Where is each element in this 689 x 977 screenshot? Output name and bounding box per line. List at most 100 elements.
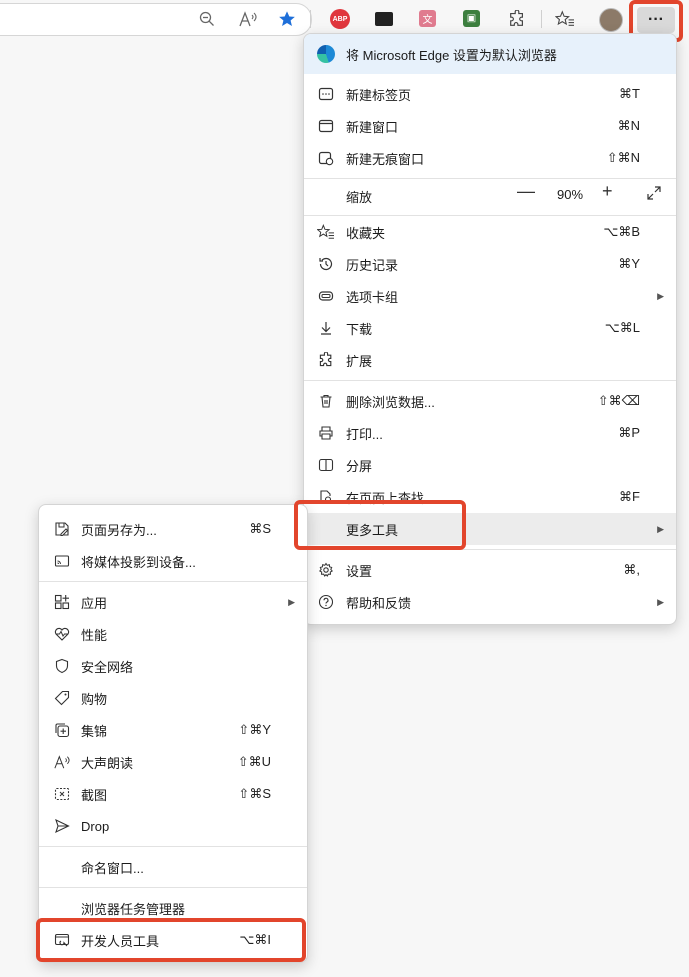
apps-icon bbox=[53, 593, 71, 611]
download-icon bbox=[317, 319, 335, 337]
chevron-right-icon: ▶ bbox=[288, 596, 295, 607]
new-window-icon bbox=[317, 117, 335, 135]
shopping-tag-icon bbox=[53, 689, 71, 707]
save-as-shortcut: ⌘S bbox=[249, 521, 271, 536]
menu-item-apps[interactable]: 应用 ▶ bbox=[39, 586, 307, 618]
menu-item-new-private-window[interactable]: 新建无痕窗口 ⇧⌘N bbox=[304, 142, 676, 174]
green-extension-icon[interactable]: ▣ bbox=[463, 10, 480, 27]
menu-item-find-on-page[interactable]: 在页面上查找 ⌘F bbox=[304, 481, 676, 513]
screenshot-label: 截图 bbox=[81, 787, 108, 803]
safety-label: 安全网络 bbox=[81, 659, 134, 675]
favorites-icon bbox=[317, 223, 335, 241]
trash-icon bbox=[317, 392, 335, 410]
tab-groups-icon bbox=[317, 287, 335, 305]
menu-item-task-manager[interactable]: 浏览器任务管理器 bbox=[39, 892, 307, 924]
menu-item-more-tools[interactable]: 更多工具 ▶ bbox=[304, 513, 676, 545]
menu-item-favorites[interactable]: 收藏夹 ⌥⌘B bbox=[304, 216, 676, 248]
read-aloud-icon bbox=[53, 753, 71, 771]
clear-data-label: 删除浏览数据... bbox=[346, 394, 435, 410]
menu-item-name-window[interactable]: 命名窗口... bbox=[39, 851, 307, 883]
address-bar[interactable] bbox=[0, 3, 312, 36]
menu-item-screenshot[interactable]: 截图 ⇧⌘S bbox=[39, 778, 307, 810]
menu-item-save-page-as[interactable]: 页面另存为... ⌘S bbox=[39, 513, 307, 545]
cast-label: 将媒体投影到设备... bbox=[81, 554, 196, 570]
performance-heart-icon bbox=[53, 625, 71, 643]
favorite-star-icon[interactable] bbox=[275, 7, 299, 31]
adblock-plus-icon[interactable]: ABP bbox=[330, 9, 350, 29]
more-dots-icon: ··· bbox=[648, 11, 664, 28]
extensions-puzzle-icon[interactable] bbox=[505, 7, 529, 31]
zoom-out-button[interactable]: — bbox=[517, 181, 535, 202]
menu-item-cast-media[interactable]: 将媒体投影到设备... bbox=[39, 545, 307, 577]
new-tab-icon bbox=[317, 85, 335, 103]
chevron-right-icon: ▶ bbox=[657, 523, 664, 534]
menu-item-split-screen[interactable]: 分屏 bbox=[304, 449, 676, 481]
read-aloud-label: 大声朗读 bbox=[81, 755, 134, 771]
history-shortcut: ⌘Y bbox=[618, 256, 640, 271]
find-on-page-icon bbox=[317, 488, 335, 506]
menu-item-collections[interactable]: 集锦 ⇧⌘Y bbox=[39, 714, 307, 746]
menu-item-new-window[interactable]: 新建窗口 ⌘N bbox=[304, 110, 676, 142]
menu-divider bbox=[39, 581, 307, 582]
read-aloud-icon[interactable] bbox=[236, 7, 260, 31]
settings-shortcut: ⌘, bbox=[623, 562, 640, 577]
extension-dark-icon[interactable] bbox=[375, 12, 393, 26]
new-private-label: 新建无痕窗口 bbox=[346, 151, 425, 167]
gear-icon bbox=[317, 561, 335, 579]
shield-icon bbox=[53, 657, 71, 675]
menu-item-downloads[interactable]: 下载 ⌥⌘L bbox=[304, 312, 676, 344]
set-default-browser-banner[interactable]: 将 Microsoft Edge 设置为默认浏览器 bbox=[304, 34, 676, 74]
help-icon bbox=[317, 593, 335, 611]
edge-logo-icon bbox=[317, 45, 335, 63]
zoom-out-icon[interactable] bbox=[195, 7, 219, 31]
menu-item-performance[interactable]: 性能 bbox=[39, 618, 307, 650]
menu-item-drop[interactable]: Drop bbox=[39, 810, 307, 842]
toolbar-divider bbox=[541, 10, 542, 28]
zoom-in-button[interactable]: + bbox=[602, 181, 613, 202]
menu-item-developer-tools[interactable]: 开发人员工具 ⌥⌘I bbox=[39, 924, 307, 956]
menu-item-tab-groups[interactable]: 选项卡组 ▶ bbox=[304, 280, 676, 312]
menu-divider bbox=[304, 380, 676, 381]
history-label: 历史记录 bbox=[346, 257, 399, 273]
favorites-list-icon[interactable] bbox=[553, 7, 577, 31]
apps-label: 应用 bbox=[81, 595, 108, 611]
tab-groups-label: 选项卡组 bbox=[346, 289, 399, 305]
toolbar-divider bbox=[310, 10, 311, 28]
menu-item-print[interactable]: 打印... ⌘P bbox=[304, 417, 676, 449]
collections-icon bbox=[53, 721, 71, 739]
print-shortcut: ⌘P bbox=[618, 425, 640, 440]
menu-item-settings[interactable]: 设置 ⌘, bbox=[304, 554, 676, 586]
collections-label: 集锦 bbox=[81, 723, 108, 739]
menu-item-clear-browsing-data[interactable]: 删除浏览数据... ⇧⌘⌫ bbox=[304, 385, 676, 417]
menu-item-safety[interactable]: 安全网络 bbox=[39, 650, 307, 682]
inprivate-window-icon bbox=[317, 149, 335, 167]
menu-item-extensions[interactable]: 扩展 bbox=[304, 344, 676, 376]
screenshot-icon bbox=[53, 785, 71, 803]
task-manager-label: 浏览器任务管理器 bbox=[81, 901, 186, 917]
fullscreen-icon[interactable] bbox=[646, 185, 662, 204]
menu-item-help-feedback[interactable]: 帮助和反馈 ▶ bbox=[304, 586, 676, 618]
zoom-row: 缩放 — 90% + bbox=[304, 179, 676, 211]
menu-divider bbox=[39, 887, 307, 888]
profile-avatar[interactable] bbox=[599, 8, 623, 32]
menu-item-history[interactable]: 历史记录 ⌘Y bbox=[304, 248, 676, 280]
performance-label: 性能 bbox=[81, 627, 108, 643]
developer-tools-icon bbox=[53, 931, 71, 949]
clear-data-shortcut: ⇧⌘⌫ bbox=[597, 393, 640, 408]
extensions-icon bbox=[317, 351, 335, 369]
favorites-label: 收藏夹 bbox=[346, 225, 386, 241]
settings-and-more-button[interactable]: ··· bbox=[637, 7, 675, 33]
new-private-shortcut: ⇧⌘N bbox=[606, 150, 640, 165]
menu-item-new-tab[interactable]: 新建标签页 ⌘T bbox=[304, 78, 676, 110]
menu-divider bbox=[39, 846, 307, 847]
help-label: 帮助和反馈 bbox=[346, 595, 412, 611]
more-tools-submenu: 页面另存为... ⌘S 将媒体投影到设备... 应用 ▶ 性能 安全网络 购物 … bbox=[38, 504, 308, 963]
zoom-value: 90% bbox=[557, 187, 584, 202]
translate-extension-icon[interactable]: 文 bbox=[419, 10, 436, 27]
new-window-shortcut: ⌘N bbox=[617, 118, 640, 133]
drop-label: Drop bbox=[81, 818, 110, 834]
new-tab-shortcut: ⌘T bbox=[619, 86, 640, 101]
menu-item-read-aloud[interactable]: 大声朗读 ⇧⌘U bbox=[39, 746, 307, 778]
menu-item-shopping[interactable]: 购物 bbox=[39, 682, 307, 714]
more-tools-label: 更多工具 bbox=[346, 522, 399, 538]
